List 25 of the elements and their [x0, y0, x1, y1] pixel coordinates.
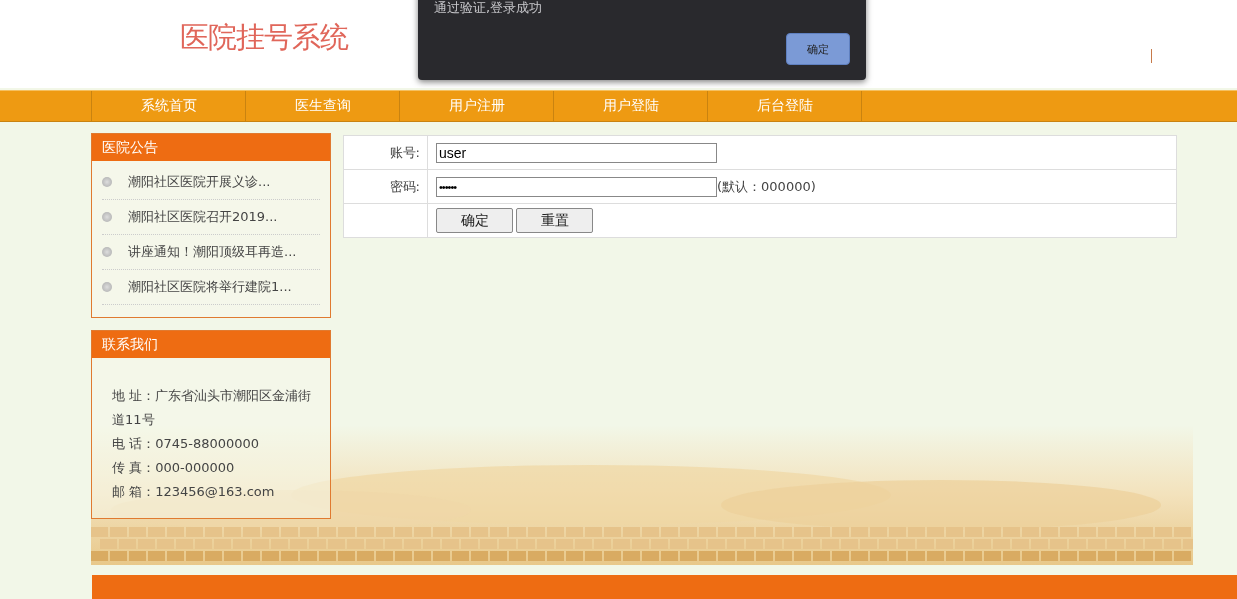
- password-field[interactable]: ••••••: [436, 176, 717, 197]
- notice-link[interactable]: 潮阳社区医院将举行建院1...: [128, 278, 292, 296]
- contact-text: 电 话：0745-88000000: [112, 435, 261, 453]
- contact-text: 邮 箱：123456@163.com: [112, 483, 276, 501]
- panel-header: 医院公告: [92, 134, 330, 161]
- bullet-icon: [102, 177, 112, 187]
- ok-button[interactable]: 确定: [786, 33, 850, 65]
- bullet-icon: [102, 282, 112, 292]
- panel-header: 联系我们: [92, 331, 330, 358]
- field-label: 账号:: [344, 136, 428, 169]
- bullet-icon: [102, 212, 112, 222]
- username-field[interactable]: user: [436, 142, 717, 163]
- bullet-icon: [102, 247, 112, 257]
- contact-text: 传 真：000-000000: [112, 459, 236, 477]
- cursor-mark: [1151, 49, 1152, 63]
- reset-button[interactable]: 重置: [516, 208, 593, 233]
- hint-text: (默认：000000): [717, 177, 816, 196]
- notice-link[interactable]: 潮阳社区医院召开2019...: [128, 208, 278, 226]
- contact-text: 地 址：广东省汕头市潮阳区金浦街道11号: [112, 387, 313, 429]
- site-title: 医院挂号系统: [180, 19, 348, 56]
- notice-link[interactable]: 潮阳社区医院开展义诊...: [128, 173, 271, 191]
- field-label: 密码:: [344, 170, 428, 203]
- submit-button[interactable]: 确定: [436, 208, 513, 233]
- notice-link[interactable]: 讲座通知！潮阳顶级耳再造...: [128, 243, 297, 261]
- dialog-message: 通过验证,登录成功: [434, 0, 543, 17]
